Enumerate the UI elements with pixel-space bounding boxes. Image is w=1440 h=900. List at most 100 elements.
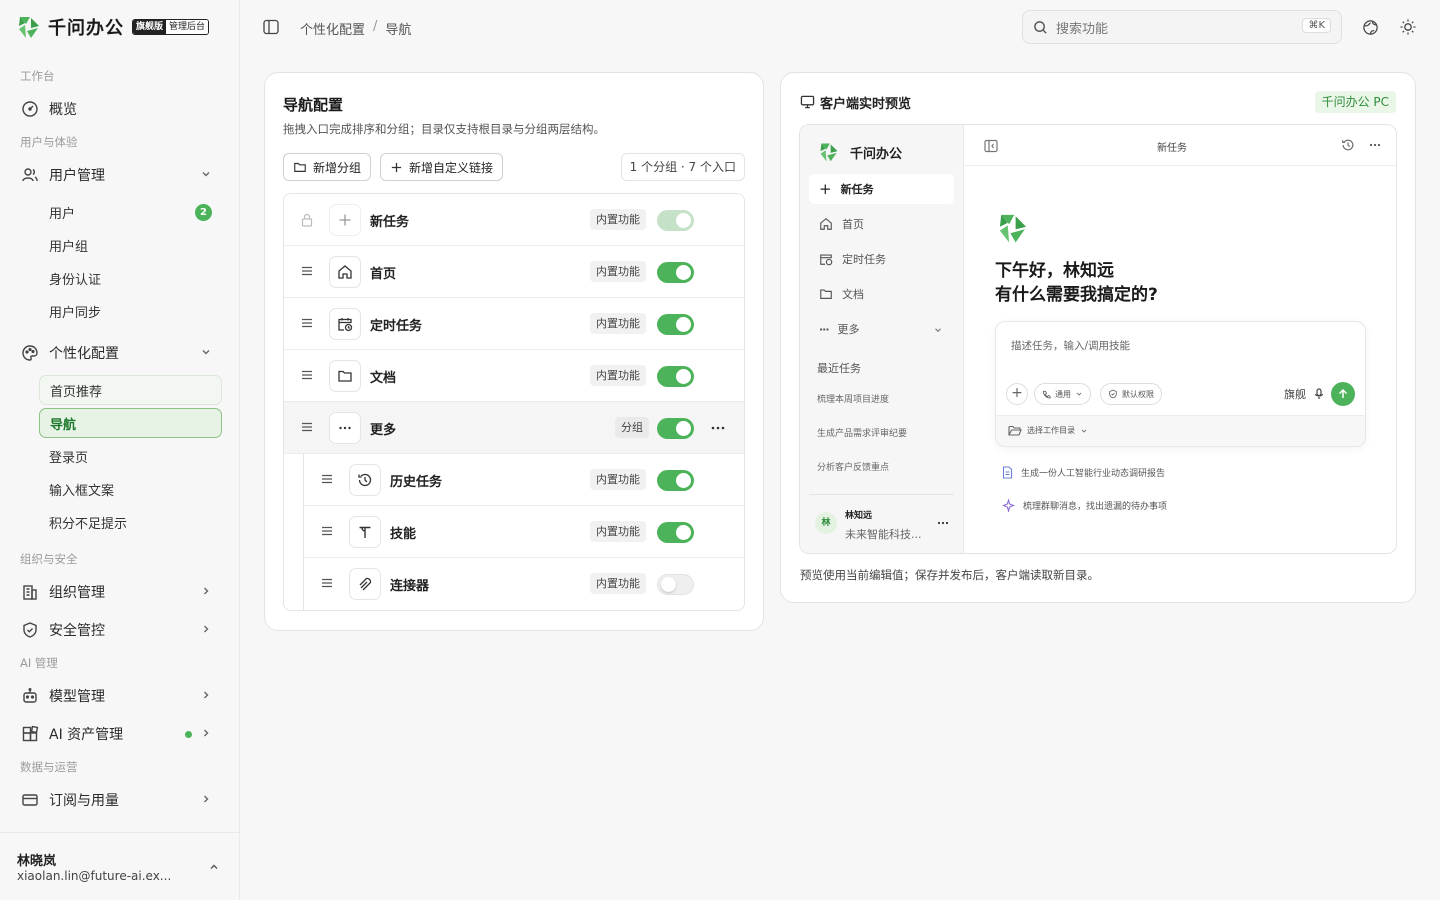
nav-row[interactable]: 文档 内置功能 (284, 350, 744, 402)
sidebar-item-ai-assets[interactable]: AI 资产管理 (12, 718, 228, 750)
sidebar-item-model-mgmt[interactable]: 模型管理 (12, 680, 228, 712)
blocks-icon (20, 724, 40, 744)
suggestion-item[interactable]: 生成一份人工智能行业动态调研报告 (1002, 466, 1165, 479)
sidebar-item-billing[interactable]: 订阅与用量 (12, 784, 228, 816)
nav-row-icon-box (329, 204, 361, 236)
nav-row[interactable]: 新任务 内置功能 (284, 194, 744, 246)
collapse-sidebar-icon[interactable] (984, 139, 998, 153)
mock-nav-more[interactable]: ··· 更多 (809, 314, 954, 344)
sidebar-subitem-auth[interactable]: 身份认证 (39, 263, 222, 293)
greeting-line-1: 下午好，林知远 (995, 261, 1114, 281)
drag-handle-icon[interactable] (321, 577, 333, 589)
sidebar-toggle-icon[interactable] (262, 18, 280, 36)
sun-icon[interactable] (1399, 18, 1417, 36)
more-actions-icon[interactable] (711, 423, 725, 433)
users-icon (20, 165, 40, 185)
permission-chip[interactable]: 默认权限 (1100, 383, 1162, 405)
search-placeholder: 搜索功能 (1056, 21, 1109, 37)
lock-icon (301, 213, 313, 227)
chevron-right-icon (204, 795, 209, 803)
edition-badge: 旗舰版 管理后台 (132, 19, 210, 35)
section-users: 用户与体验 (20, 135, 78, 149)
mode-chip[interactable]: 通用 (1034, 383, 1091, 405)
nav-row-toggle[interactable] (657, 522, 694, 543)
sidebar-subitem-credit-hint[interactable]: 积分不足提示 (39, 507, 222, 537)
plus-icon (391, 162, 402, 172)
sidebar-item-overview[interactable]: 概览 (12, 93, 228, 125)
mock-nav-new-task[interactable]: + 新任务 (809, 174, 954, 204)
nav-row-toggle[interactable] (657, 366, 694, 387)
chevron-down-icon (1081, 429, 1087, 433)
brand-name: 千问办公 (48, 18, 124, 39)
mock-recent-item[interactable]: 生成产品需求评审纪要 (817, 426, 907, 439)
brand-logo[interactable]: 千问办公 旗舰版 管理后台 (16, 12, 210, 42)
drag-handle-icon[interactable] (321, 525, 333, 537)
mock-recent-item[interactable]: 分析客户反馈重点 (817, 460, 889, 473)
nav-row-toggle[interactable] (657, 470, 694, 491)
add-group-button[interactable]: 新增分组 (283, 153, 372, 181)
sidebar-subitem-nav[interactable]: 导航 (39, 408, 222, 438)
mock-recent-item[interactable]: 梳理本周项目进度 (817, 392, 889, 405)
drag-handle-icon[interactable] (301, 265, 313, 277)
globe-icon[interactable] (1362, 19, 1379, 36)
breadcrumb-parent[interactable]: 个性化配置 (300, 19, 365, 38)
nav-row-label: 定时任务 (370, 319, 423, 334)
nav-row-child[interactable]: 历史任务 内置功能 (304, 454, 744, 506)
mock-nav-docs[interactable]: 文档 (809, 279, 954, 309)
client-mockup: 千问办公 + 新任务 首页 定时任务 文档 ··· 更多 最近任务 梳理本周项目进度… (799, 124, 1397, 554)
folder-icon (338, 370, 352, 382)
drag-handle-icon[interactable] (301, 421, 313, 433)
send-button[interactable] (1331, 382, 1355, 406)
nav-row-toggle[interactable] (657, 418, 694, 439)
drag-handle-icon[interactable] (301, 369, 313, 381)
sidebar-item-label: AI 资产管理 (49, 727, 124, 743)
sidebar-subitem-input-copy[interactable]: 输入框文案 (39, 474, 222, 504)
drag-handle-icon[interactable] (301, 317, 313, 329)
nav-entry-list: 新任务 内置功能 首页 内置功能 定时任务 内置功能 文档 内置功能 更多 分组… (283, 193, 745, 611)
mock-nav-scheduled[interactable]: 定时任务 (809, 244, 954, 274)
nav-row-group[interactable]: 更多 分组 (284, 402, 744, 454)
sidebar-subitem-sync[interactable]: 用户同步 (39, 296, 222, 326)
user-menu[interactable]: 林晓岚 xiaolan.lin@future-ai.ex... (0, 832, 239, 900)
sidebar-subitem-groups[interactable]: 用户组 (39, 230, 222, 260)
sidebar-subitem-home-rec[interactable]: 首页推荐 (39, 375, 222, 405)
nav-row-toggle[interactable] (657, 262, 694, 283)
document-icon (1002, 466, 1013, 479)
suggestion-item[interactable]: 梳理群聊消息，找出遗漏的待办事项 (1002, 499, 1167, 512)
nav-row-child[interactable]: 技能 内置功能 (304, 506, 744, 558)
nav-row-toggle[interactable] (657, 574, 694, 595)
phone-icon (1042, 390, 1051, 399)
composer-input[interactable]: 描述任务，输入/调用技能 + 通用 默认权限 旗舰 (996, 322, 1365, 416)
workdir-select[interactable]: 选择工作目录 (1008, 425, 1088, 436)
mic-icon[interactable] (1314, 388, 1324, 400)
nav-config-card: 导航配置 拖拽入口完成排序和分组；目录仅支持根目录与分组两层结构。 新增分组 新… (264, 72, 764, 631)
nav-row[interactable]: 首页 内置功能 (284, 246, 744, 298)
more-actions-icon[interactable] (937, 521, 949, 525)
shield-icon (20, 620, 40, 640)
attach-button[interactable]: + (1006, 383, 1028, 405)
search-input[interactable]: 搜索功能 ⌘K (1022, 10, 1342, 44)
gauge-icon (20, 99, 40, 119)
sidebar-item-personalize[interactable]: 个性化配置 (12, 337, 228, 369)
more-actions-icon[interactable] (1369, 143, 1381, 147)
search-shortcut: ⌘K (1302, 18, 1331, 33)
sidebar-item-user-mgmt[interactable]: 用户管理 (12, 159, 228, 191)
nav-row-child[interactable]: 连接器 内置功能 (304, 558, 744, 610)
history-icon[interactable] (1341, 138, 1355, 152)
user-email: xiaolan.lin@future-ai.ex... (17, 869, 172, 883)
sidebar-subitem-users[interactable]: 用户 2 (39, 197, 222, 227)
sidebar-item-org-mgmt[interactable]: 组织管理 (12, 576, 228, 608)
sidebar-subitem-login[interactable]: 登录页 (39, 441, 222, 471)
sidebar-item-security[interactable]: 安全管控 (12, 614, 228, 646)
sidebar-item-label: 订阅与用量 (49, 793, 119, 809)
nav-row-toggle[interactable] (657, 314, 694, 335)
drag-handle-icon[interactable] (321, 473, 333, 485)
nav-row[interactable]: 定时任务 内置功能 (284, 298, 744, 350)
folder-icon (820, 289, 832, 299)
model-select[interactable]: 旗舰 (1284, 386, 1306, 402)
add-custom-link-button[interactable]: 新增自定义链接 (380, 153, 504, 181)
nav-row-label: 历史任务 (390, 475, 443, 490)
chevron-down-icon (202, 350, 210, 355)
mock-nav-home[interactable]: 首页 (809, 209, 954, 239)
nav-row-icon-box (329, 308, 361, 340)
